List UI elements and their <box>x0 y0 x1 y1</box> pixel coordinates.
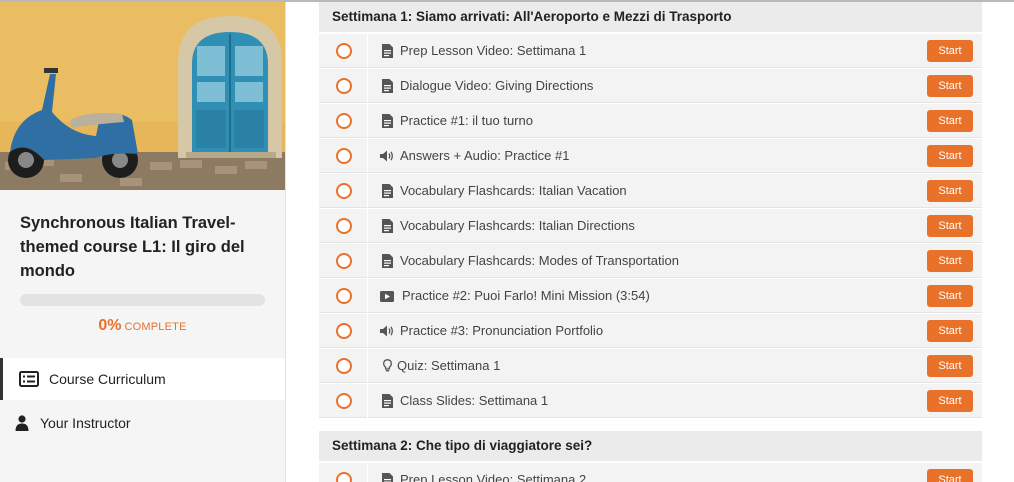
lecture-title: Class Slides: Settimana 1 <box>400 393 549 408</box>
audio-icon <box>380 323 394 339</box>
page: Synchronous Italian Travel-themed course… <box>0 0 1014 482</box>
start-button[interactable]: Start <box>927 110 973 132</box>
lecture-title: Answers + Audio: Practice #1 <box>400 148 570 163</box>
lecture-title: Quiz: Settimana 1 <box>397 358 501 373</box>
document-icon <box>380 78 394 94</box>
start-button[interactable]: Start <box>927 390 973 412</box>
lecture-row[interactable]: Dialogue Video: Giving Directions Start <box>319 69 982 103</box>
sidebar-item-label: Your Instructor <box>40 415 131 431</box>
lecture-row[interactable]: Quiz: Settimana 1 Start <box>319 349 982 383</box>
start-button[interactable]: Start <box>927 180 973 202</box>
section-header: Settimana 1: Siamo arrivati: All'Aeropor… <box>319 2 982 32</box>
lecture-row[interactable]: Class Slides: Settimana 1 Start <box>319 384 982 418</box>
start-button[interactable]: Start <box>927 285 973 307</box>
completion-circle-icon <box>336 323 352 339</box>
video-icon <box>380 288 394 304</box>
document-icon <box>380 113 394 129</box>
start-button[interactable]: Start <box>927 215 973 237</box>
start-button[interactable]: Start <box>927 75 973 97</box>
lecture-row[interactable]: Prep Lesson Video: Settimana 1 Start <box>319 34 982 68</box>
completion-circle-icon <box>336 288 352 304</box>
completion-circle-icon <box>336 183 352 199</box>
lecture-title: Vocabulary Flashcards: Italian Direction… <box>400 218 635 233</box>
curriculum-icon <box>18 368 40 390</box>
completion-circle-icon <box>336 253 352 269</box>
start-button[interactable]: Start <box>927 250 973 272</box>
document-icon <box>380 253 394 269</box>
lecture-title: Dialogue Video: Giving Directions <box>400 78 594 93</box>
course-hero-image <box>0 2 285 190</box>
document-icon <box>380 218 394 234</box>
document-icon <box>380 393 394 409</box>
lecture-row[interactable]: Vocabulary Flashcards: Modes of Transpor… <box>319 244 982 278</box>
lecture-row[interactable]: Prep Lesson Video: Settimana 2 Start <box>319 463 982 482</box>
user-icon <box>11 412 33 434</box>
lecture-row[interactable]: Vocabulary Flashcards: Italian Direction… <box>319 209 982 243</box>
sidebar-item-your-instructor[interactable]: Your Instructor <box>0 402 285 444</box>
completion-circle-icon <box>336 218 352 234</box>
lecture-row[interactable]: Answers + Audio: Practice #1 Start <box>319 139 982 173</box>
lecture-title: Practice #1: il tuo turno <box>400 113 533 128</box>
completion-circle-icon <box>336 472 352 482</box>
quiz-icon <box>380 358 394 374</box>
lecture-row[interactable]: Vocabulary Flashcards: Italian Vacation … <box>319 174 982 208</box>
document-icon <box>380 472 394 482</box>
start-button[interactable]: Start <box>927 469 973 482</box>
start-button[interactable]: Start <box>927 355 973 377</box>
completion-circle-icon <box>336 148 352 164</box>
course-title: Synchronous Italian Travel-themed course… <box>20 214 245 280</box>
lecture-row[interactable]: Practice #2: Puoi Farlo! Mini Mission (3… <box>319 279 982 313</box>
lecture-row[interactable]: Practice #1: il tuo turno Start <box>319 104 982 138</box>
sidebar-item-label: Course Curriculum <box>49 371 166 387</box>
progress-status: 0% COMPLETE <box>0 317 285 335</box>
progress-percent: 0% <box>98 317 122 334</box>
lecture-title: Prep Lesson Video: Settimana 1 <box>400 43 587 58</box>
lecture-title: Practice #3: Pronunciation Portfolio <box>400 323 604 338</box>
completion-circle-icon <box>336 358 352 374</box>
progress-label: COMPLETE <box>124 321 187 333</box>
course-progress-bar <box>20 294 265 306</box>
section-header: Settimana 2: Che tipo di viaggiatore sei… <box>319 431 982 461</box>
lecture-row[interactable]: Practice #3: Pronunciation Portfolio Sta… <box>319 314 982 348</box>
sidebar: Synchronous Italian Travel-themed course… <box>0 2 286 482</box>
lecture-title: Vocabulary Flashcards: Modes of Transpor… <box>400 253 679 268</box>
completion-circle-icon <box>336 43 352 59</box>
completion-circle-icon <box>336 78 352 94</box>
completion-circle-icon <box>336 393 352 409</box>
lecture-title: Vocabulary Flashcards: Italian Vacation <box>400 183 627 198</box>
sidebar-item-course-curriculum[interactable]: Course Curriculum <box>0 358 285 400</box>
completion-circle-icon <box>336 113 352 129</box>
start-button[interactable]: Start <box>927 320 973 342</box>
audio-icon <box>380 148 394 164</box>
lecture-title: Practice #2: Puoi Farlo! Mini Mission (3… <box>402 288 650 303</box>
start-button[interactable]: Start <box>927 145 973 167</box>
lecture-title: Prep Lesson Video: Settimana 2 <box>400 472 587 482</box>
start-button[interactable]: Start <box>927 40 973 62</box>
document-icon <box>380 183 394 199</box>
document-icon <box>380 43 394 59</box>
